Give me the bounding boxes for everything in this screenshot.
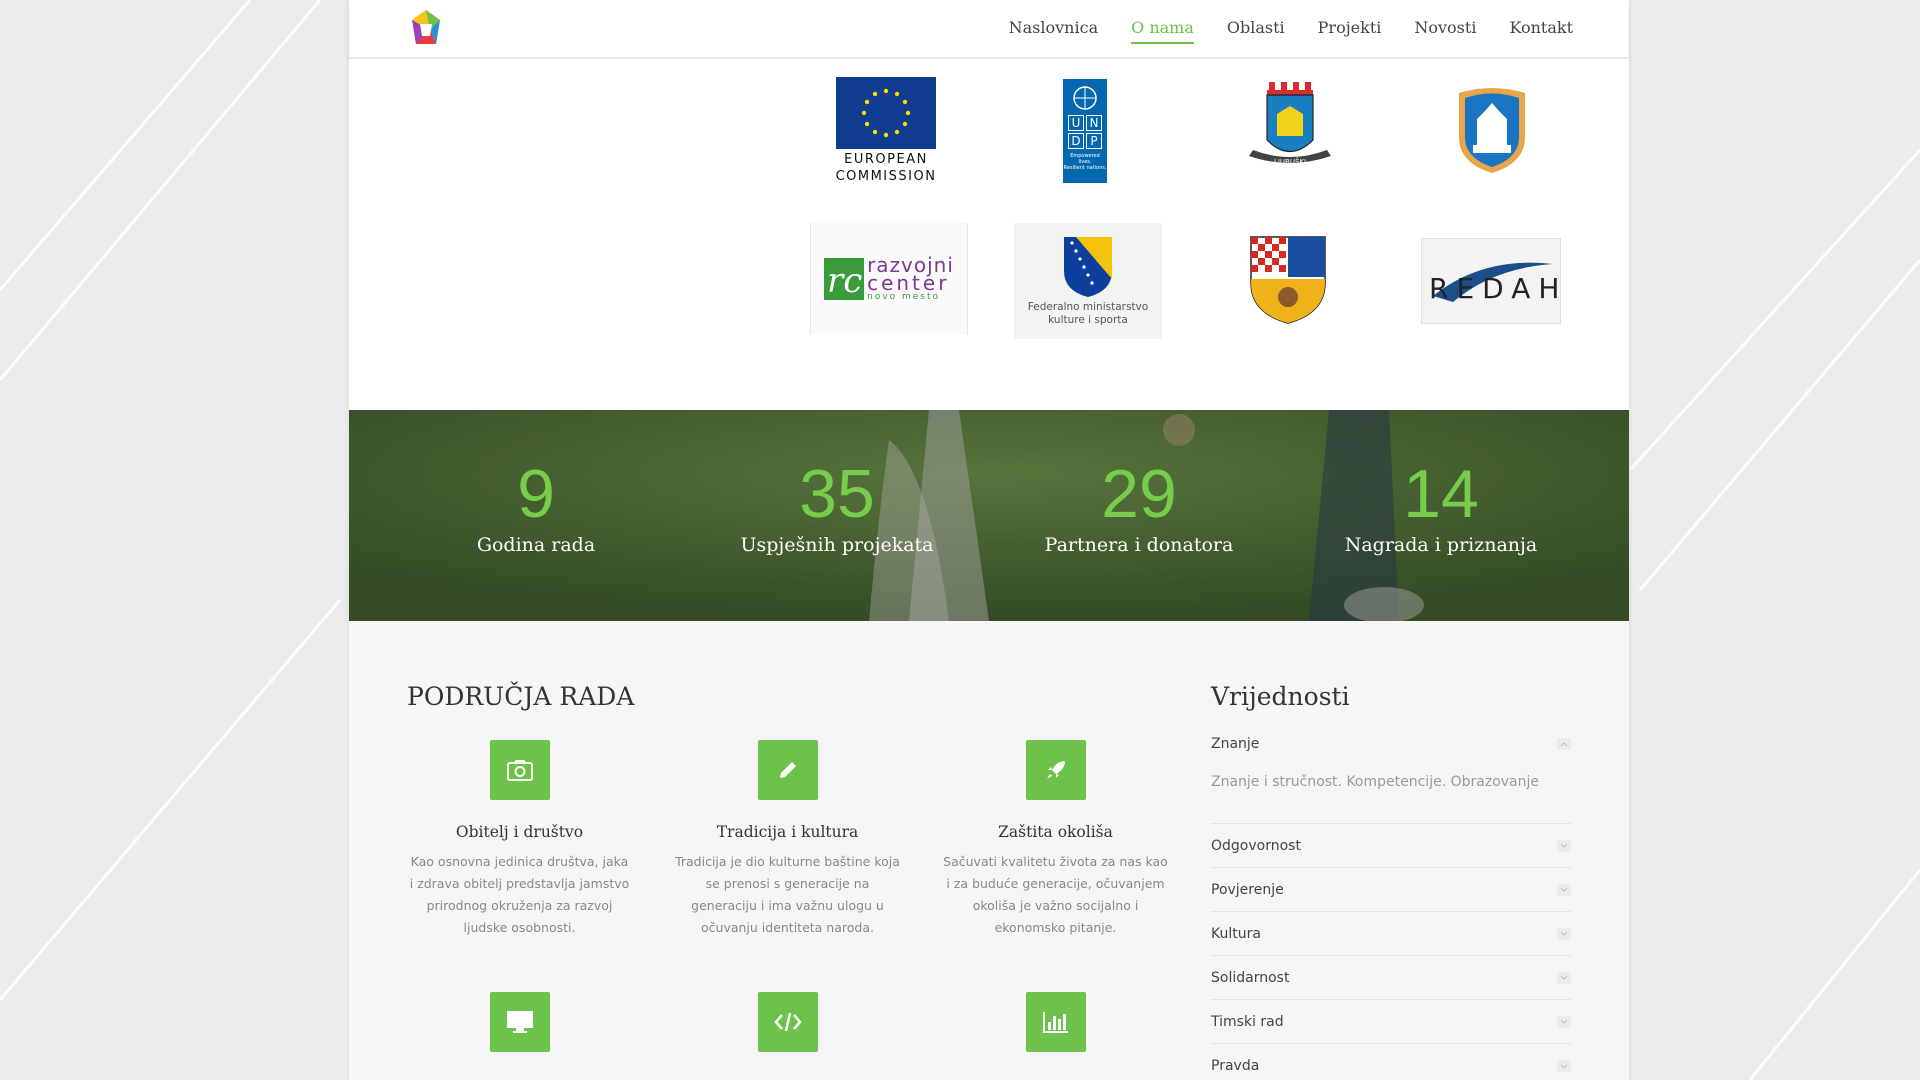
partner-european-commission[interactable]: EUROPEAN COMMISSION xyxy=(836,76,936,186)
stat-number: 35 xyxy=(799,456,875,532)
nav-kontakt[interactable]: Kontakt xyxy=(1509,18,1573,44)
stat-number: 29 xyxy=(1101,456,1177,532)
code-icon xyxy=(757,992,818,1052)
accordion-label: Povjerenje xyxy=(1211,881,1284,898)
stat-label: Uspješnih projekata xyxy=(740,534,934,556)
area-item[interactable]: Obitelj i društvo Kao osnovna jedinica d… xyxy=(407,740,632,939)
accordion-item-povjerenje[interactable]: Povjerenje xyxy=(1211,868,1571,912)
accordion-item-solidarnost[interactable]: Solidarnost xyxy=(1211,956,1571,1000)
accordion-body-znanje: Znanje i stručnost. Kompetencije. Obrazo… xyxy=(1211,766,1571,824)
accordion-label: Timski rad xyxy=(1211,1013,1284,1030)
eu-line1: EUROPEAN xyxy=(844,152,928,167)
accordion-label: Znanje xyxy=(1211,736,1260,752)
area-item[interactable]: Tradicija i kultura Tradicija je dio kul… xyxy=(675,740,900,939)
undp-letter: U xyxy=(1068,114,1084,131)
accordion-item-znanje[interactable]: Znanje xyxy=(1211,722,1571,766)
area-title: Zaštita okoliša xyxy=(998,823,1113,841)
accordion-label: Kultura xyxy=(1211,925,1261,942)
stat-label: Nagrada i priznanja xyxy=(1344,534,1538,556)
areas-title: PODRUČJA RADA xyxy=(407,682,635,711)
accordion-label: Solidarnost xyxy=(1211,969,1290,986)
stat-label: Partnera i donatora xyxy=(1044,534,1234,556)
stat-item: 29 Partnera i donatora xyxy=(1009,458,1269,556)
partner-undp[interactable]: U N D P Empowered lives. Resilient natio… xyxy=(1062,78,1108,183)
area-item[interactable] xyxy=(943,992,1168,1052)
partner-hnz-shield[interactable] xyxy=(1247,234,1329,326)
area-item[interactable]: Zaštita okoliša Sačuvati kvalitetu život… xyxy=(943,740,1168,939)
undp-letter: N xyxy=(1086,114,1102,131)
stat-number: 14 xyxy=(1403,456,1479,532)
stat-number: 9 xyxy=(517,456,555,532)
svg-text:rc: rc xyxy=(827,261,862,300)
undp-letter: D xyxy=(1068,132,1084,149)
pencil-icon xyxy=(757,740,818,800)
area-text: Tradicija je dio kulturne baštine koja s… xyxy=(675,854,900,935)
nav-novosti[interactable]: Novosti xyxy=(1414,18,1476,44)
un-emblem-icon xyxy=(1073,85,1097,110)
stat-item: 14 Nagrada i priznanja xyxy=(1311,458,1571,556)
partner-city-shield[interactable] xyxy=(1447,84,1537,176)
site-logo[interactable] xyxy=(408,8,444,50)
values-accordion: Znanje Znanje i stručnost. Kompetencije.… xyxy=(1211,722,1571,1080)
partner-ljubuski[interactable]: LJUBUŠKI xyxy=(1235,78,1340,178)
page-container: Naslovnica O nama Oblasti Projekti Novos… xyxy=(349,0,1629,1080)
eu-flag-icon xyxy=(836,77,936,149)
accordion-item-odgovornost[interactable]: Odgovornost xyxy=(1211,824,1571,868)
eu-line2: COMMISSION xyxy=(835,169,937,184)
partner-razvojni-center[interactable]: rc razvojni center novo mesto xyxy=(810,223,968,335)
partners-section: EUROPEAN COMMISSION U N D P Empowered li… xyxy=(349,58,1629,410)
partner-redah[interactable]: REDAH xyxy=(1421,238,1561,324)
undp-letter: P xyxy=(1086,132,1102,149)
area-title: Tradicija i kultura xyxy=(716,823,859,841)
accordion-label: Odgovornost xyxy=(1211,837,1301,854)
accordion-label: Pravda xyxy=(1211,1058,1260,1074)
stat-label: Godina rada xyxy=(476,534,596,556)
stats-banner: 9 Godina rada 35 Uspješnih projekata 29 … xyxy=(349,410,1629,621)
redah-logo-icon: REDAH xyxy=(1429,262,1559,305)
site-header: Naslovnica O nama Oblasti Projekti Novos… xyxy=(349,0,1629,58)
chevron-down-icon[interactable] xyxy=(1557,927,1571,940)
area-text: Sačuvati kvalitetu života za nas kao i z… xyxy=(943,854,1168,935)
undp-tagline2: Resilient nations. xyxy=(1063,164,1107,171)
chevron-down-icon[interactable] xyxy=(1557,1060,1571,1072)
bar-chart-icon xyxy=(1025,992,1086,1052)
stat-item: 9 Godina rada xyxy=(406,458,666,556)
accordion-item-timski-rad[interactable]: Timski rad xyxy=(1211,1000,1571,1044)
area-title: Obitelj i društvo xyxy=(455,823,584,841)
nav-naslovnica[interactable]: Naslovnica xyxy=(1009,18,1098,44)
area-item[interactable] xyxy=(675,992,900,1052)
bih-shield-icon xyxy=(1064,237,1112,297)
chevron-down-icon[interactable] xyxy=(1557,971,1571,984)
main-nav: Naslovnica O nama Oblasti Projekti Novos… xyxy=(976,0,1573,58)
monitor-icon xyxy=(489,992,550,1052)
ljubuski-coat-of-arms-icon: LJUBUŠKI xyxy=(1249,82,1331,166)
rc-line2: center xyxy=(867,271,950,295)
city-shield-icon xyxy=(1459,88,1525,173)
partner-federalno-ministarstvo[interactable]: Federalno ministarstvo kulture i sporta xyxy=(1014,223,1162,339)
stat-item: 35 Uspješnih projekata xyxy=(707,458,967,556)
accordion-item-kultura[interactable]: Kultura xyxy=(1211,912,1571,956)
chevron-down-icon[interactable] xyxy=(1557,839,1571,852)
area-item[interactable] xyxy=(407,992,632,1052)
ljubuski-banner: LJUBUŠKI xyxy=(1274,157,1306,166)
chevron-up-icon[interactable] xyxy=(1557,738,1571,750)
camera-icon xyxy=(489,740,550,800)
hnz-coat-of-arms-icon xyxy=(1250,236,1326,324)
nav-oblasti[interactable]: Oblasti xyxy=(1227,18,1285,44)
rocket-icon xyxy=(1025,740,1086,800)
undp-tagline1: Empowered lives. xyxy=(1070,152,1100,165)
accordion-item-pravda[interactable]: Pravda xyxy=(1211,1044,1571,1080)
nav-o-nama[interactable]: O nama xyxy=(1131,18,1194,44)
rc-logo-icon: rc xyxy=(824,258,865,300)
fed-line2: kulture i sporta xyxy=(1048,314,1128,326)
values-title: Vrijednosti xyxy=(1211,682,1350,711)
area-text: Kao osnovna jedinica društva, jaka i zdr… xyxy=(409,854,630,935)
redah-text: REDAH xyxy=(1429,272,1559,305)
nav-projekti[interactable]: Projekti xyxy=(1318,18,1382,44)
fed-line1: Federalno ministarstvo xyxy=(1027,301,1149,313)
chevron-down-icon[interactable] xyxy=(1557,1015,1571,1028)
chevron-down-icon[interactable] xyxy=(1557,883,1571,896)
